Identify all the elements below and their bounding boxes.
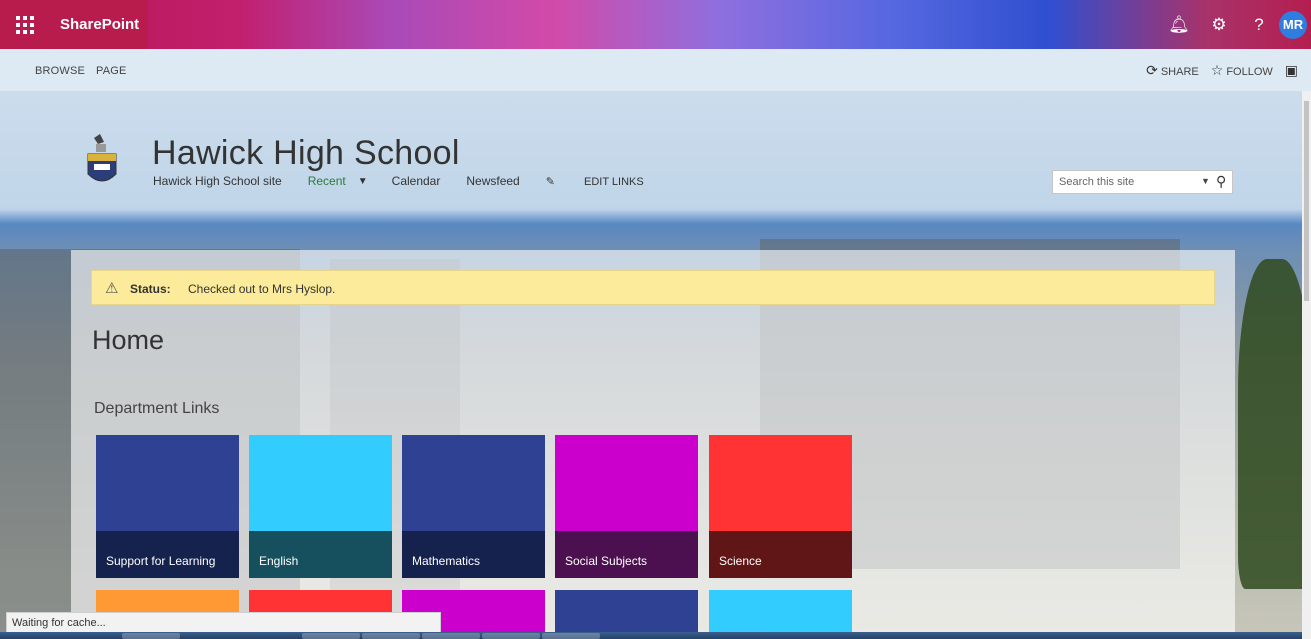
tab-browse[interactable]: BROWSE — [35, 65, 85, 77]
star-icon: ☆ — [1210, 62, 1224, 78]
top-navigation: Hawick High School site Recent ▼ Calenda… — [153, 174, 696, 188]
focus-mode-icon[interactable]: ▣ — [1285, 62, 1298, 79]
site-title[interactable]: Hawick High School — [152, 134, 460, 173]
taskbar — [0, 632, 1311, 639]
search-box[interactable]: Search this site ▼ ⚲ — [1052, 170, 1233, 194]
nav-item-home[interactable]: Hawick High School site — [153, 174, 282, 188]
share-button[interactable]: ⟳ SHARE — [1146, 62, 1199, 79]
section-title: Department Links — [94, 400, 220, 417]
follow-button[interactable]: ☆ FOLLOW — [1211, 62, 1273, 79]
edit-links-button[interactable]: ✎ EDIT LINKS — [546, 175, 670, 188]
department-tile[interactable]: Support for Learning — [96, 435, 239, 578]
browser-status: Waiting for cache... — [6, 612, 441, 634]
app-name[interactable]: SharePoint — [50, 0, 148, 49]
pencil-icon: ✎ — [545, 175, 559, 188]
tile-label: Social Subjects — [555, 531, 698, 578]
app-launcher-button[interactable] — [0, 0, 49, 49]
search-icon[interactable]: ⚲ — [1216, 173, 1226, 190]
tile-label: English — [249, 531, 392, 578]
chevron-down-icon[interactable]: ▼ — [358, 176, 368, 187]
scrollbar-thumb[interactable] — [1304, 101, 1309, 301]
avatar[interactable]: MR — [1279, 10, 1307, 39]
ribbon-actions: ⟳ SHARE ☆ FOLLOW ▣ — [1146, 62, 1301, 79]
help-icon[interactable]: ? — [1239, 0, 1279, 49]
status-bar-message: ⚠ Status: Checked out to Mrs Hyslop. — [91, 270, 1215, 305]
tile-label: Mathematics — [402, 531, 545, 578]
suite-bar-icons: 🔔︎ ⚙ ? MR — [1159, 0, 1311, 49]
page-title: Home — [92, 325, 165, 355]
bell-icon[interactable]: 🔔︎ — [1159, 0, 1199, 49]
nav-item-recent[interactable]: Recent — [308, 174, 346, 188]
department-tile[interactable]: Social Subjects — [555, 435, 698, 578]
school-crest-logo[interactable] — [86, 134, 118, 190]
department-tile[interactable]: English — [249, 435, 392, 578]
nav-item-calendar[interactable]: Calendar — [392, 174, 441, 188]
department-tile[interactable] — [709, 590, 852, 632]
department-tile[interactable]: Science — [709, 435, 852, 578]
warning-icon: ⚠ — [105, 280, 119, 297]
search-scope-dropdown-icon[interactable]: ▼ — [1201, 176, 1210, 186]
ribbon: BROWSE PAGE ⟳ SHARE ☆ FOLLOW ▣ — [0, 49, 1311, 91]
tile-label: Science — [709, 531, 852, 578]
search-input[interactable]: Search this site — [1059, 176, 1134, 188]
status-label: Status: — [130, 282, 171, 296]
status-text: Checked out to Mrs Hyslop. — [188, 282, 336, 296]
department-tile[interactable]: Mathematics — [402, 435, 545, 578]
suite-bar: SharePoint 🔔︎ ⚙ ? MR — [0, 0, 1311, 49]
tab-page[interactable]: PAGE — [96, 65, 127, 77]
tile-label: Support for Learning — [96, 531, 239, 578]
share-icon: ⟳ — [1146, 62, 1158, 78]
department-tile[interactable] — [555, 590, 698, 632]
gear-icon[interactable]: ⚙ — [1199, 0, 1239, 49]
waffle-icon — [15, 15, 34, 34]
nav-item-newsfeed[interactable]: Newsfeed — [466, 174, 519, 188]
scrollbar[interactable] — [1302, 91, 1311, 639]
